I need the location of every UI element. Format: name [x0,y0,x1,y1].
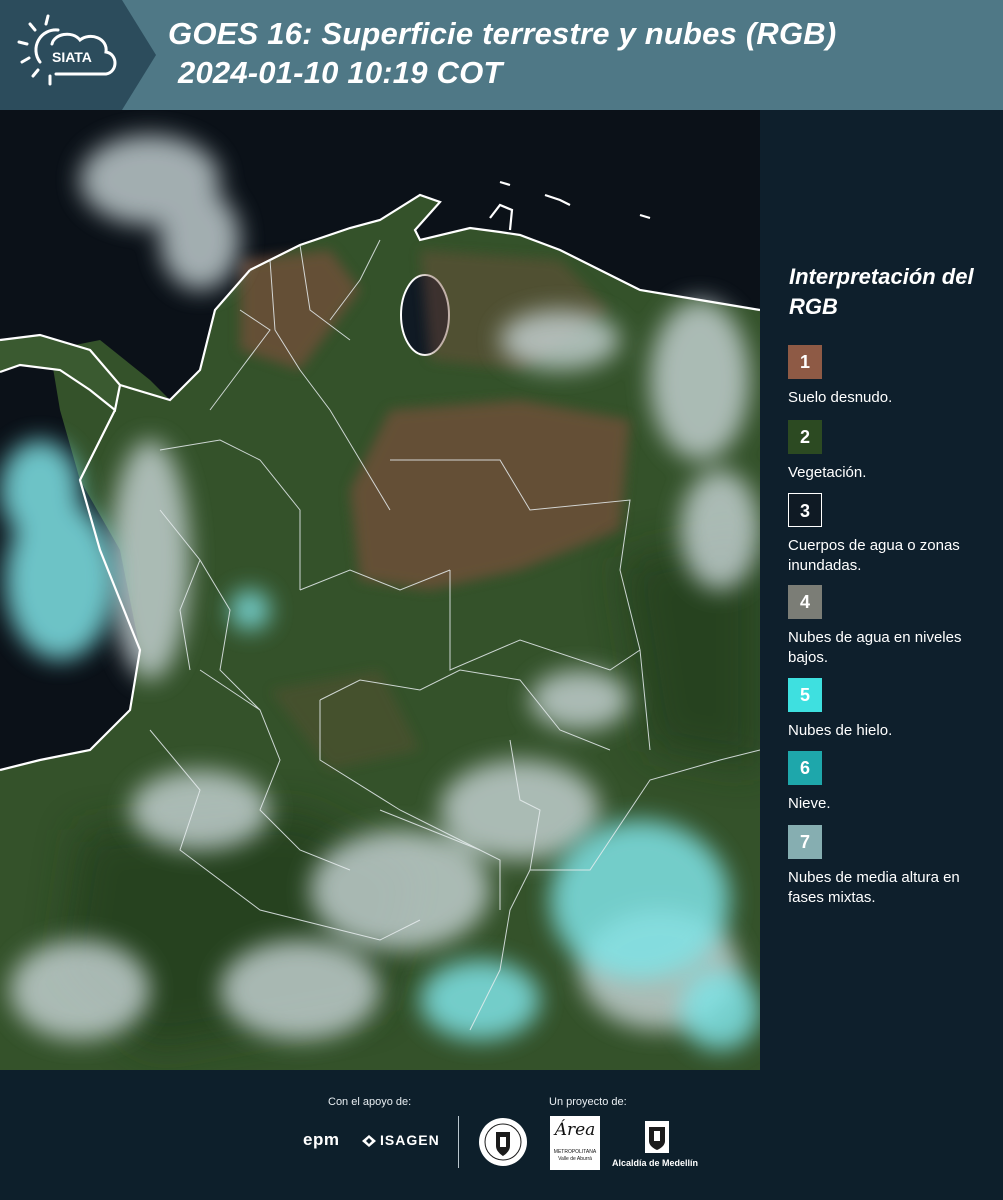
legend-label: Cuerpos de agua o zonas inundadas. [788,537,960,574]
satellite-map[interactable] [0,110,761,1070]
area-logo-script: Área [554,1120,596,1140]
isagen-text: ISAGEN [380,1132,440,1148]
legend-label: Vegetación. [788,464,867,481]
footer-divider [458,1116,459,1168]
legend-label: Suelo desnudo. [788,389,893,406]
page-title: GOES 16: Superficie terrestre y nubes (R… [168,16,837,51]
image-timestamp: 2024-01-10 10:19 COT [178,55,503,90]
alcaldia-crest-icon[interactable] [643,1119,671,1160]
medellin-seal-icon[interactable] [477,1116,529,1173]
header-bar: SIATA GOES 16: Superficie terrestre y nu… [0,0,1003,110]
area-logo-subtitle: METROPOLITANA Valle de Aburrá [553,1149,597,1162]
rgb-legend: Interpretación del RGB 1 Suelo desnudo. 2 V… [760,110,1003,1070]
legend-swatch: 1 [788,345,822,379]
legend-label: Nubes de hielo. [788,722,893,739]
legend-label: Nubes de media altura en fases mixtas. [788,869,960,906]
footer: Con el apoyo de: Un proyecto de: epm ISA… [0,1070,1003,1200]
legend-label: Nieve. [788,795,831,812]
legend-title: Interpretación del RGB [789,264,974,319]
siata-logo[interactable]: SIATA [0,0,156,110]
legend-swatch: 4 [788,585,822,619]
isagen-mark-icon [362,1135,376,1147]
legend-swatch: 6 [788,751,822,785]
siata-logo-text: SIATA [52,49,92,65]
legend-swatch: 2 [788,420,822,454]
legend-swatch: 5 [788,678,822,712]
alcaldia-text: Alcaldía de Medellín [612,1158,699,1168]
project-caption: Un proyecto de: [549,1096,627,1108]
area-metropolitana-logo[interactable]: Área METROPOLITANA Valle de Aburrá [550,1116,600,1170]
support-caption: Con el apoyo de: [328,1096,412,1108]
legend-swatch: 3 [788,493,822,527]
epm-logo[interactable]: epm [303,1130,339,1150]
legend-swatch: 7 [788,825,822,859]
legend-label: Nubes de agua en niveles bajos. [788,629,962,666]
